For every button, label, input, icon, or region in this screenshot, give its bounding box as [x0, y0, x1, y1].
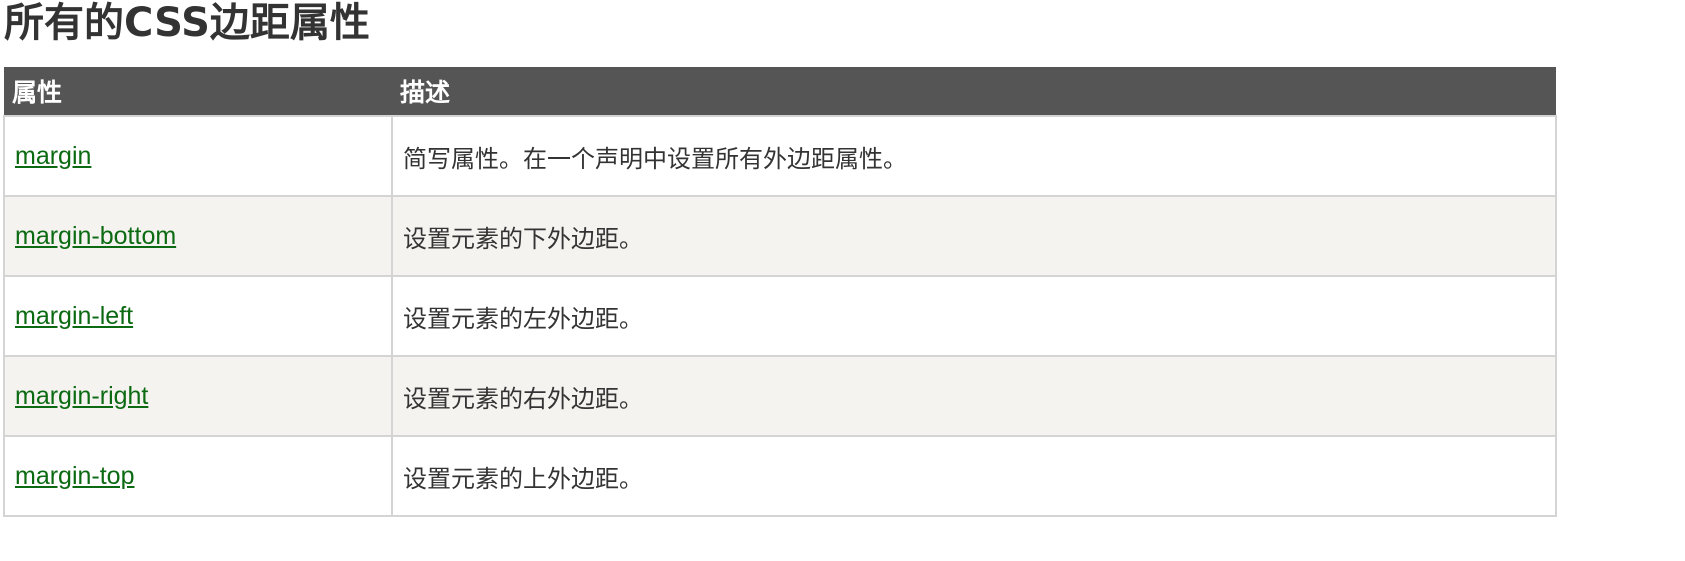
margin-properties-table: 属性 描述 margin 简写属性。在一个声明中设置所有外边距属性。 margi…	[3, 67, 1557, 517]
description-text: 简写属性。在一个声明中设置所有外边距属性。	[403, 144, 907, 173]
description-cell: 设置元素的上外边距。	[391, 435, 1557, 517]
description-cell: 设置元素的左外边距。	[391, 275, 1557, 357]
property-link-margin-bottom[interactable]: margin-bottom	[15, 222, 176, 250]
property-cell: margin-bottom	[3, 195, 393, 277]
description-text: 设置元素的左外边距。	[403, 304, 643, 333]
description-text: 设置元素的右外边距。	[403, 384, 643, 413]
table-row: margin 简写属性。在一个声明中设置所有外边距属性。	[3, 115, 1557, 197]
table-row: margin-right 设置元素的右外边距。	[3, 355, 1557, 437]
property-cell: margin	[3, 115, 393, 197]
property-cell: margin-left	[3, 275, 393, 357]
description-cell: 设置元素的下外边距。	[391, 195, 1557, 277]
property-link-margin[interactable]: margin	[15, 142, 91, 170]
table-row: margin-top 设置元素的上外边距。	[3, 435, 1557, 517]
table-row: margin-left 设置元素的左外边距。	[3, 275, 1557, 357]
header-property: 属性	[4, 67, 392, 116]
property-cell: margin-right	[3, 355, 393, 437]
table-row: margin-bottom 设置元素的下外边距。	[3, 195, 1557, 277]
property-link-margin-top[interactable]: margin-top	[15, 462, 135, 490]
property-cell: margin-top	[3, 435, 393, 517]
header-description: 描述	[392, 67, 1556, 116]
description-text: 设置元素的下外边距。	[403, 224, 643, 253]
property-link-margin-right[interactable]: margin-right	[15, 382, 148, 410]
table-header-row: 属性 描述	[4, 67, 1556, 116]
page-title: 所有的CSS边距属性	[4, 0, 370, 46]
description-text: 设置元素的上外边距。	[403, 464, 643, 493]
description-cell: 设置元素的右外边距。	[391, 355, 1557, 437]
property-link-margin-left[interactable]: margin-left	[15, 302, 133, 330]
description-cell: 简写属性。在一个声明中设置所有外边距属性。	[391, 115, 1557, 197]
